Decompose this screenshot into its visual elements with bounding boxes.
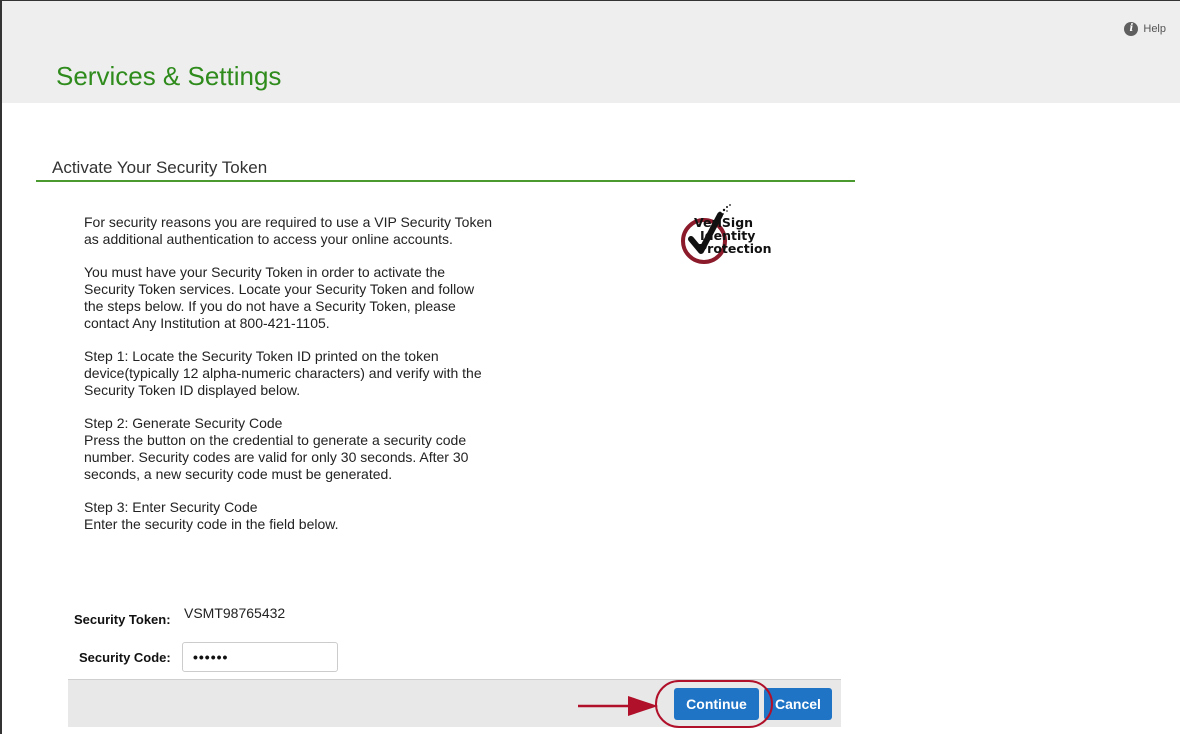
logo-line-3: Protection <box>698 241 772 256</box>
info-icon: i <box>1124 22 1139 36</box>
instruction-step-2: Step 2: Generate Security Code Press the… <box>84 415 469 482</box>
section-title: Activate Your Security Token <box>52 158 268 177</box>
logo-sparkle <box>718 204 731 215</box>
section-divider <box>36 180 855 182</box>
page-title: Services & Settings <box>56 61 282 91</box>
help-label: Help <box>1143 23 1166 35</box>
annotation-arrow-icon <box>578 696 658 716</box>
security-token-label: Security Token: <box>74 612 171 627</box>
security-code-label: Security Code: <box>79 650 171 665</box>
instruction-requirement: You must have your Security Token in ord… <box>84 264 475 331</box>
security-token-value: VSMT98765432 <box>184 605 286 621</box>
help-link[interactable]: i Help <box>1124 22 1166 36</box>
instruction-step-3: Step 3: Enter Security Code Enter the se… <box>84 499 339 532</box>
cancel-button[interactable]: Cancel <box>764 688 832 720</box>
verisign-wordmark: VeriSign Identity Protection <box>694 216 772 255</box>
instruction-step-1: Step 1: Locate the Security Token ID pri… <box>84 348 482 398</box>
header-bar: i Help Services & Settings <box>2 1 1180 103</box>
instruction-intro: For security reasons you are required to… <box>84 214 493 247</box>
continue-button[interactable]: Continue <box>674 688 759 720</box>
security-code-input[interactable]: •••••• <box>182 642 338 672</box>
instructions: For security reasons you are required to… <box>84 214 564 549</box>
